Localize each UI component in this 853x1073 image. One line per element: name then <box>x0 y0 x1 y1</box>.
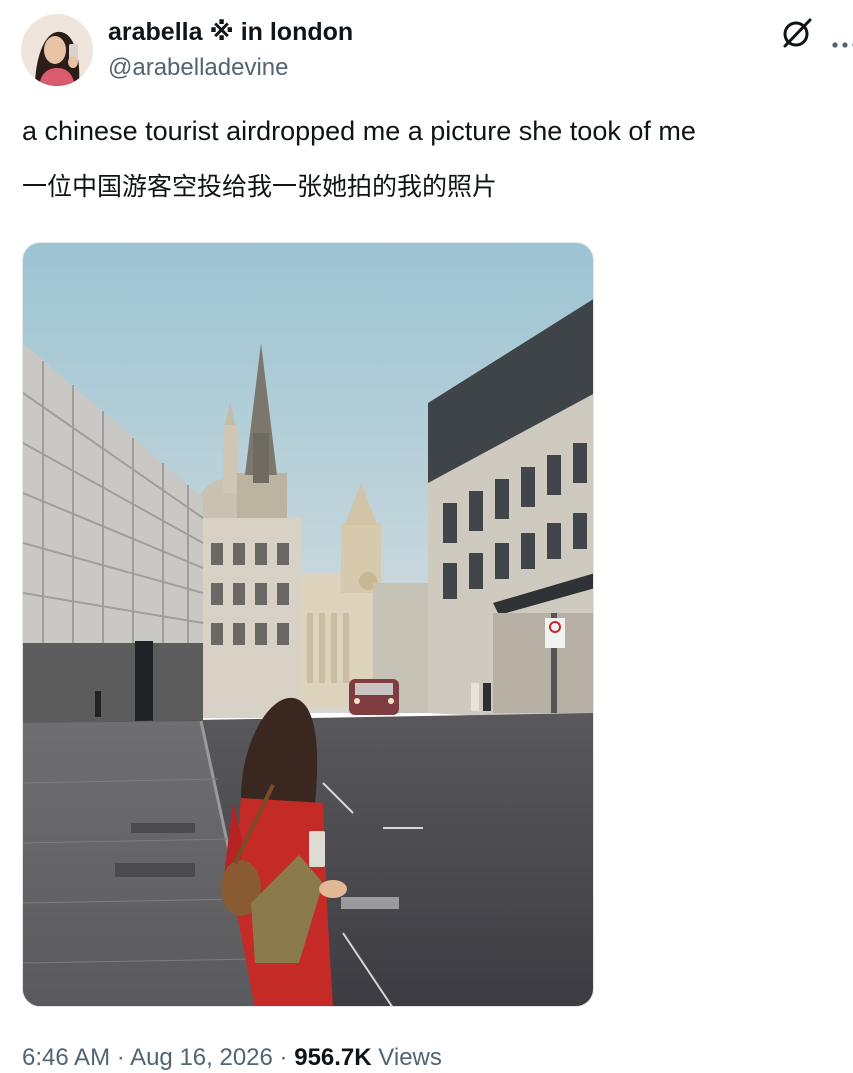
views-count[interactable]: 956.7K <box>294 1044 371 1071</box>
tweet-meta: 6:46 AM · Aug 16, 2026 · 956.7K Views <box>22 1043 442 1073</box>
tweet-time[interactable]: 6:46 AM <box>22 1044 110 1071</box>
tweet-text-english: a chinese tourist airdropped me a pictur… <box>22 116 696 146</box>
avatar[interactable] <box>21 14 93 86</box>
more-button[interactable] <box>826 14 853 52</box>
tweet: arabella ※ in london @arabelladevine a c… <box>0 0 853 1071</box>
grok-button[interactable] <box>778 14 816 52</box>
tweet-photo[interactable] <box>22 242 594 1007</box>
london-street-photo <box>23 243 593 1006</box>
views-label[interactable]: Views <box>378 1044 442 1071</box>
more-dots-icon <box>832 42 853 48</box>
avatar-image <box>21 14 93 86</box>
tweet-date[interactable]: Aug 16, 2026 <box>130 1044 273 1071</box>
tweet-text-chinese: 一位中国游客空投给我一张她拍的我的照片 <box>22 172 498 201</box>
grok-icon <box>783 18 812 48</box>
meta-separator: · <box>116 1044 125 1071</box>
display-name[interactable]: arabella ※ in london <box>108 16 353 48</box>
handle[interactable]: @arabelladevine <box>108 53 288 83</box>
meta-separator: · <box>279 1044 288 1071</box>
